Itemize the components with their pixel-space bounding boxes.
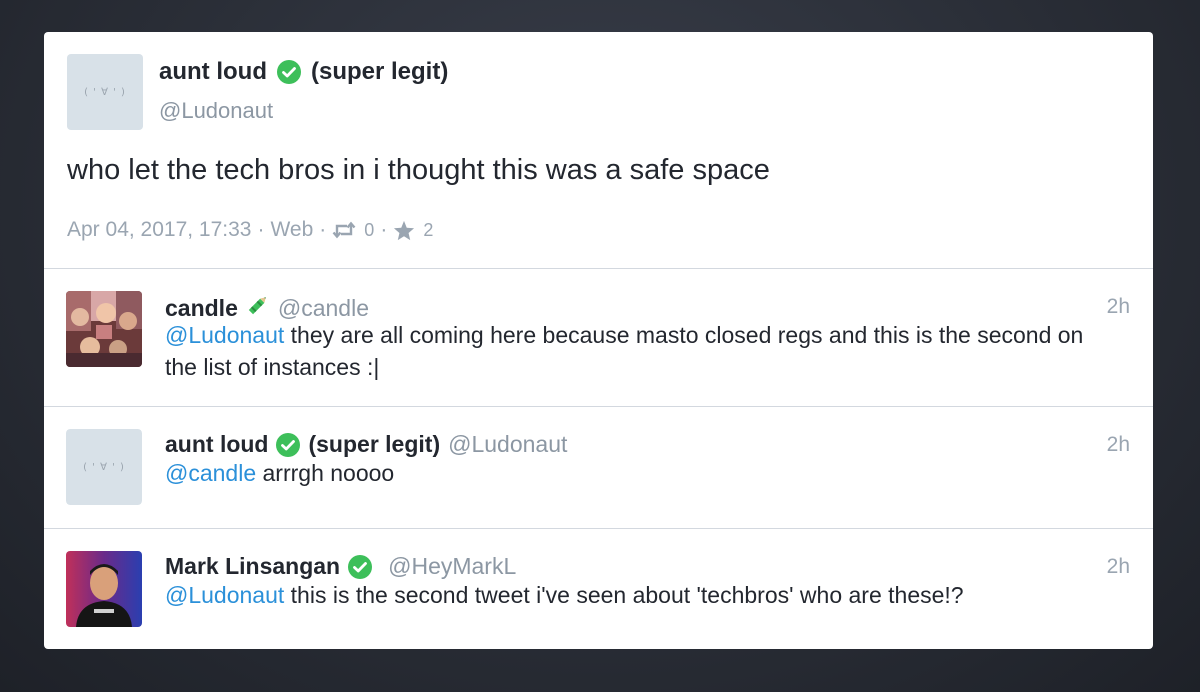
reply-item[interactable]: Mark Linsangan @HeyMarkL 2h @Ludonaut th… bbox=[44, 529, 1153, 649]
reblog-icon[interactable] bbox=[332, 221, 356, 239]
avatar[interactable]: ( ' ∀ ' ) bbox=[66, 429, 142, 505]
status-date[interactable]: Apr 04, 2017, 17:33 bbox=[67, 218, 251, 242]
status-text: who let the tech bros in i thought this … bbox=[67, 154, 770, 186]
reply-timestamp[interactable]: 2h bbox=[1107, 295, 1130, 319]
mention-link[interactable]: @Ludonaut bbox=[165, 322, 284, 348]
verified-check-icon bbox=[276, 60, 301, 84]
author-display-name[interactable]: aunt loud (super legit) bbox=[159, 58, 448, 86]
favourite-count: 2 bbox=[423, 219, 434, 240]
meta-separator: · bbox=[380, 218, 388, 241]
avatar-placeholder: ( ' ∀ ' ) bbox=[66, 429, 142, 505]
reply-text: @Ludonaut this is the second tweet i've … bbox=[165, 579, 1113, 611]
reply-text: @Ludonaut they are all coming here becau… bbox=[165, 319, 1113, 383]
verified-check-icon bbox=[348, 554, 373, 579]
status-meta: Apr 04, 2017, 17:33 · Web · 0 · 2 bbox=[67, 218, 433, 242]
reply-author-name[interactable]: Mark Linsangan bbox=[165, 553, 340, 580]
reply-author-handle[interactable]: @HeyMarkL bbox=[388, 553, 516, 580]
reply-author-name[interactable]: candle bbox=[165, 295, 238, 322]
reblog-count: 0 bbox=[364, 219, 375, 240]
mention-link[interactable]: @candle bbox=[165, 460, 256, 486]
reply-author-handle[interactable]: @candle bbox=[278, 295, 369, 322]
verified-check-icon bbox=[276, 432, 301, 457]
reply-body: arrrgh noooo bbox=[256, 460, 395, 486]
reply-header: aunt loud (super legit) @Ludonaut bbox=[165, 431, 567, 458]
star-icon[interactable] bbox=[393, 220, 415, 241]
reply-item[interactable]: candle @candle 2h @Ludonaut they are all… bbox=[44, 269, 1153, 407]
reply-body: they are all coming here because masto c… bbox=[165, 322, 1084, 380]
meta-separator: · bbox=[257, 218, 265, 241]
main-status: ( ' ∀ ' ) aunt loud (super legit) @Ludon… bbox=[44, 32, 1153, 269]
avatar-face-text: ( ' ∀ ' ) bbox=[83, 461, 125, 473]
status-source: Web bbox=[270, 218, 314, 241]
author-suffix: (super legit) bbox=[310, 58, 449, 85]
reply-item[interactable]: ( ' ∀ ' ) aunt loud (super legit) @Ludon… bbox=[44, 407, 1153, 529]
reply-author-name[interactable]: aunt loud bbox=[165, 431, 268, 458]
reply-body: this is the second tweet i've seen about… bbox=[284, 582, 964, 608]
reply-timestamp[interactable]: 2h bbox=[1107, 433, 1130, 457]
reply-timestamp[interactable]: 2h bbox=[1107, 555, 1130, 579]
author-handle[interactable]: @Ludonaut bbox=[159, 98, 273, 124]
avatar[interactable]: ( ' ∀ ' ) bbox=[67, 54, 143, 130]
status-card: ( ' ∀ ' ) aunt loud (super legit) @Ludon… bbox=[44, 32, 1153, 649]
avatar[interactable] bbox=[66, 291, 142, 367]
avatar-face-text: ( ' ∀ ' ) bbox=[84, 86, 126, 98]
reply-author-suffix: (super legit) bbox=[308, 431, 441, 457]
reply-author-handle[interactable]: @Ludonaut bbox=[448, 431, 567, 458]
author-name: aunt loud bbox=[159, 58, 267, 85]
meta-separator: · bbox=[319, 218, 327, 241]
reply-text: @candle arrrgh noooo bbox=[165, 457, 1113, 489]
mention-link[interactable]: @Ludonaut bbox=[165, 582, 284, 608]
avatar[interactable] bbox=[66, 551, 142, 627]
reply-header: Mark Linsangan @HeyMarkL bbox=[165, 553, 516, 580]
